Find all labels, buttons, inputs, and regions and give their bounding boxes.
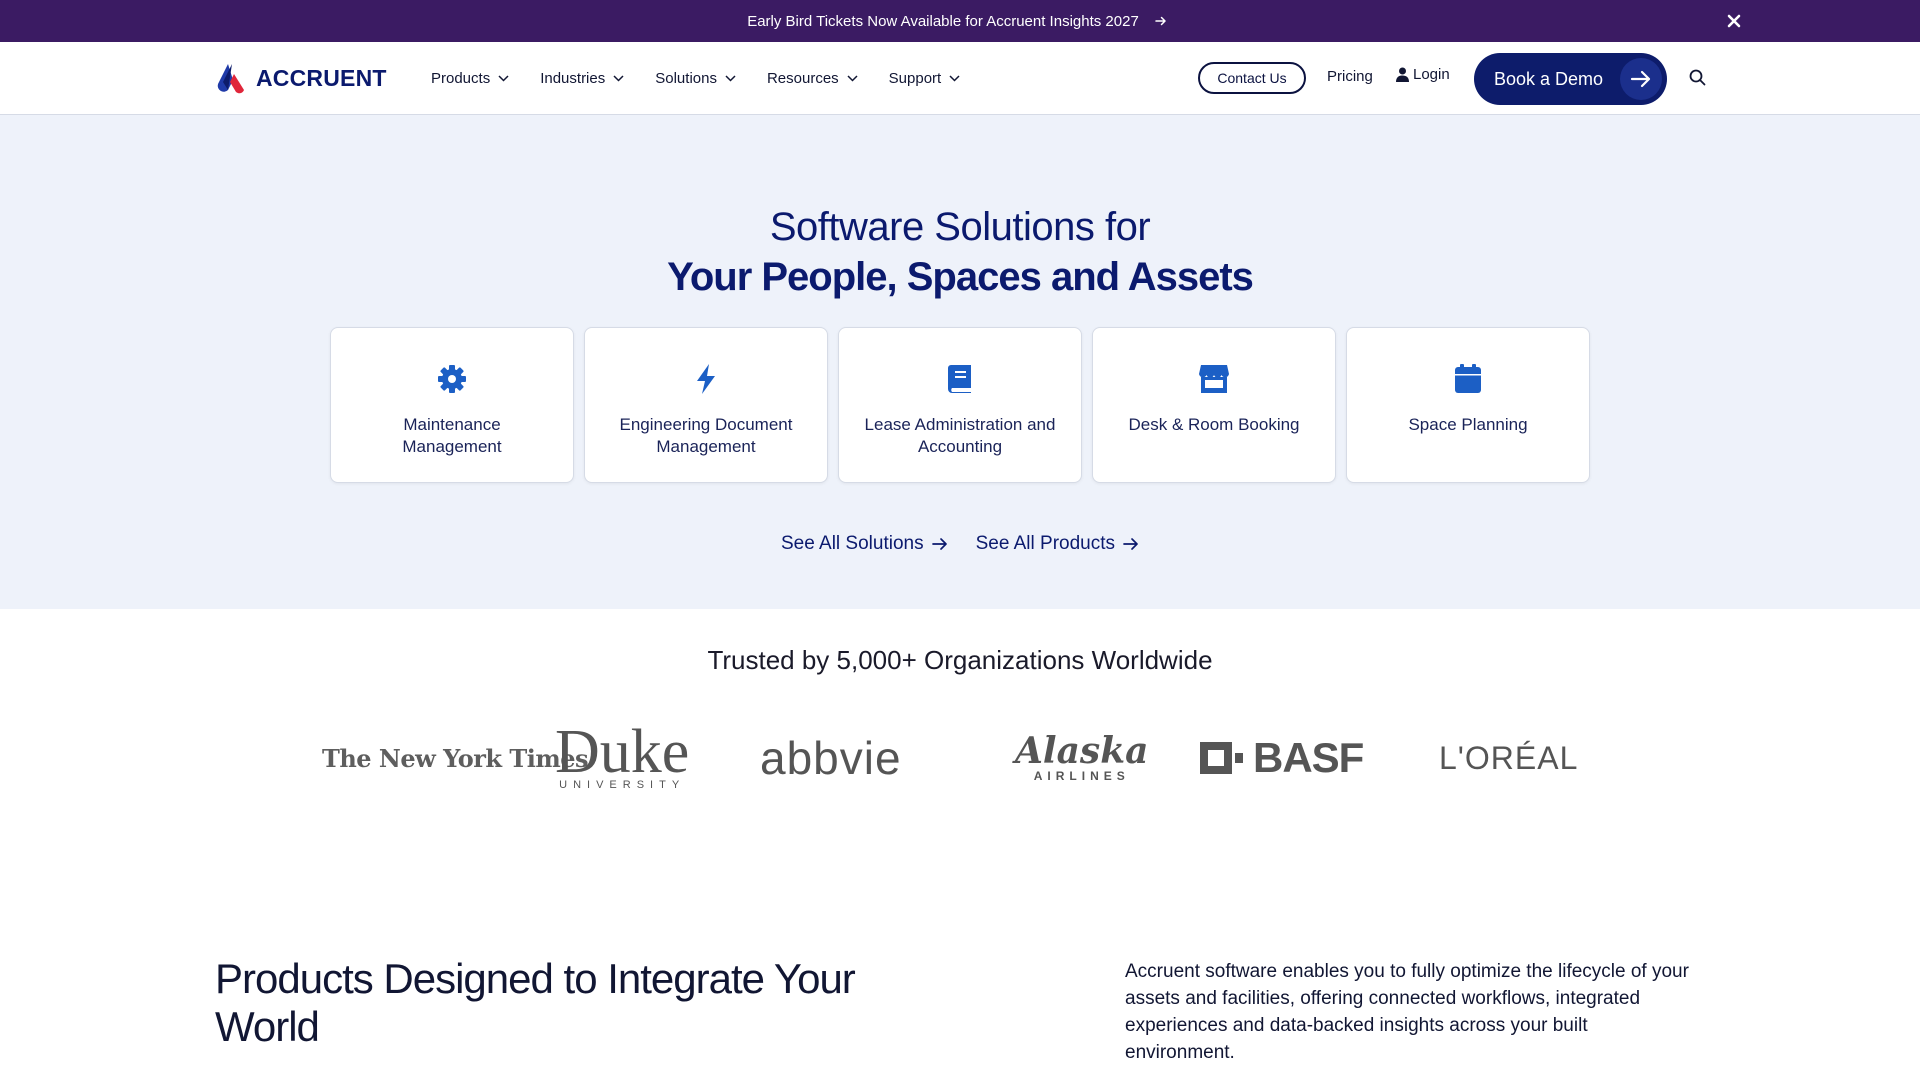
- user-icon: [1396, 67, 1409, 82]
- chevron-down-icon: [847, 75, 858, 82]
- products-description: Accruent software enables you to fully o…: [1125, 961, 1689, 1063]
- nav-label: Industries: [540, 70, 606, 87]
- calendar-icon: [1451, 362, 1485, 396]
- accruent-logo-mark: [217, 64, 244, 94]
- see-all-solutions-label: See All Solutions: [781, 533, 924, 554]
- card-label: Lease Administration and Accounting: [864, 415, 1056, 456]
- book-icon: [943, 362, 977, 396]
- nav-label: Resources: [766, 70, 839, 87]
- search-icon[interactable]: [1689, 69, 1706, 91]
- card-desk-room-booking[interactable]: Desk & Room Booking: [1092, 327, 1336, 483]
- close-icon[interactable]: [1722, 9, 1746, 33]
- loreal-logo: L'ORÉAL: [1439, 739, 1579, 776]
- store-icon: [1197, 362, 1231, 396]
- login-link[interactable]: Login: [1396, 66, 1450, 83]
- duke-logo-subtext: UNIVERSITY: [559, 779, 686, 791]
- basf-logo: BASF: [1199, 722, 1364, 794]
- nav-industries[interactable]: Industries: [540, 70, 624, 87]
- nav-label: Products: [431, 70, 491, 87]
- nav-support[interactable]: Support: [889, 70, 961, 87]
- card-lease-administration[interactable]: Lease Administration and Accounting: [838, 327, 1082, 483]
- arrow-right-icon[interactable]: [1149, 9, 1173, 33]
- basf-mark-icon: [1199, 741, 1243, 775]
- contact-us-button[interactable]: Contact Us: [1198, 62, 1306, 94]
- products-title: Products Designed to Integrate Your Worl…: [215, 955, 856, 1050]
- gear-icon: [435, 362, 469, 396]
- abbvie-logo: abbvie: [760, 732, 902, 784]
- alaska-airlines-logo: Alaska AIRLINES: [1015, 722, 1148, 794]
- see-all-solutions-link[interactable]: See All Solutions: [781, 533, 948, 555]
- login-label: Login: [1413, 66, 1450, 83]
- book-demo-label: Book a Demo: [1494, 68, 1604, 89]
- see-all-links: See All Solutions See All Products: [781, 533, 1167, 555]
- nav-label: Support: [888, 70, 942, 87]
- chevron-down-icon: [949, 75, 960, 82]
- alaska-logo-subtext: AIRLINES: [1033, 769, 1130, 783]
- basf-logo-text: BASF: [1253, 734, 1364, 781]
- bolt-icon: [689, 362, 723, 396]
- see-all-products-label: See All Products: [975, 533, 1116, 554]
- card-maintenance-management[interactable]: Maintenance Management: [330, 327, 574, 483]
- customer-logos: The New York Times Duke UNIVERSITY abbvi…: [322, 718, 1582, 794]
- pricing-link[interactable]: Pricing: [1327, 68, 1373, 85]
- card-label: Maintenance Management: [402, 415, 502, 456]
- nav-solutions[interactable]: Solutions: [655, 70, 736, 87]
- card-engineering-document-management[interactable]: Engineering Document Management: [584, 327, 828, 483]
- hero-section: Software Solutions for Your People, Spac…: [0, 115, 1920, 609]
- announcement-bar: Early Bird Tickets Now Available for Acc…: [0, 0, 1920, 42]
- duke-logo-text: Duke: [555, 718, 690, 786]
- arrow-right-icon: [1123, 538, 1138, 550]
- card-label: Space Planning: [1408, 415, 1528, 434]
- chevron-down-icon: [725, 75, 736, 82]
- card-label: Desk & Room Booking: [1128, 415, 1300, 434]
- logo-text: ACCRUENT: [256, 64, 387, 91]
- book-demo-button[interactable]: Book a Demo: [1474, 53, 1667, 105]
- see-all-products-link[interactable]: See All Products: [976, 533, 1139, 555]
- accruent-logo[interactable]: ACCRUENT: [214, 62, 387, 94]
- card-space-planning[interactable]: Space Planning: [1346, 327, 1590, 483]
- nav-label: Solutions: [655, 70, 717, 87]
- solution-cards: Maintenance Management Engineering Docum…: [330, 327, 1600, 483]
- nav-products[interactable]: Products: [431, 70, 509, 87]
- announcement-text[interactable]: Early Bird Tickets Now Available for Acc…: [747, 13, 1139, 30]
- main-nav: Products Industries Solutions Resources …: [431, 42, 991, 115]
- arrow-right-icon: [1620, 58, 1662, 100]
- duke-logo: Duke UNIVERSITY: [555, 718, 690, 794]
- card-label: Engineering Document Management: [619, 415, 793, 456]
- alaska-logo-text: Alaska: [1015, 730, 1149, 772]
- arrow-right-icon: [931, 538, 947, 550]
- hero-title-line1: Software Solutions for: [769, 205, 1151, 249]
- hero-title-line2: Your People, Spaces and Assets: [667, 255, 1254, 299]
- nav-resources[interactable]: Resources: [767, 70, 858, 87]
- chevron-down-icon: [498, 75, 509, 82]
- nyt-logo: The New York Times: [322, 743, 589, 773]
- chevron-down-icon: [613, 75, 624, 82]
- site-header: ACCRUENT Products Industries Solutions R…: [0, 42, 1920, 115]
- trusted-heading: Trusted by 5,000+ Organizations Worldwid…: [707, 645, 1213, 675]
